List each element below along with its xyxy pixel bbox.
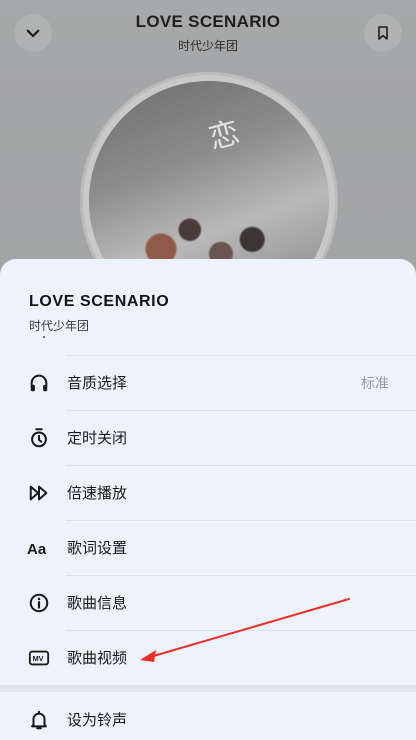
menu-item-song-video[interactable]: MV 歌曲视频 [0, 630, 416, 685]
menu-item-label: 设为铃声 [67, 712, 128, 729]
divider [66, 575, 416, 576]
menu-item-label: 音质选择 [67, 375, 128, 392]
divider [66, 520, 416, 521]
info-icon [27, 591, 51, 615]
font-icon: Aa [27, 536, 51, 560]
menu-item-audio-quality[interactable]: 音质选择 标准 [0, 355, 416, 410]
svg-text:MV: MV [33, 654, 44, 663]
options-menu: 音质选择 标准 定时关闭 倍速播放 Aa 歌词设置 歌曲信息 MV 歌曲视频 设… [0, 355, 416, 740]
player-song-title: LOVE SCENARIO [135, 12, 281, 31]
bookmark-icon [378, 26, 388, 40]
menu-item-label: 倍速播放 [67, 485, 128, 502]
divider [66, 630, 416, 631]
menu-item-label: 定时关闭 [67, 430, 128, 447]
section-gap [0, 685, 416, 692]
bookmark-button[interactable] [364, 14, 402, 52]
menu-item-label: 歌曲信息 [67, 595, 128, 612]
bell-icon [27, 708, 51, 732]
sheet-artist: 时代少年团 [29, 319, 90, 333]
menu-item-lyrics-settings[interactable]: Aa 歌词设置 [0, 520, 416, 575]
menu-item-song-info[interactable]: 歌曲信息 [0, 575, 416, 630]
divider-dot [43, 336, 45, 338]
divider [66, 410, 416, 411]
headphones-icon [27, 371, 51, 395]
audio-quality-value: 标准 [361, 374, 389, 391]
divider [66, 465, 416, 466]
speed-icon [27, 481, 51, 505]
svg-text:Aa: Aa [27, 541, 47, 558]
menu-item-sleep-timer[interactable]: 定时关闭 [0, 410, 416, 465]
menu-item-label: 歌词设置 [67, 540, 128, 557]
player-artist: 时代少年团 [177, 39, 238, 53]
menu-item-set-ringtone[interactable]: 设为铃声 [0, 692, 416, 740]
more-options-sheet: LOVE SCENARIO 时代少年团 音质选择 标准 定时关闭 倍速播放 Aa… [0, 259, 416, 740]
divider [66, 355, 416, 356]
sheet-song-title: LOVE SCENARIO [29, 293, 170, 310]
mv-icon: MV [27, 646, 51, 670]
menu-item-playback-speed[interactable]: 倍速播放 [0, 465, 416, 520]
menu-item-label: 歌曲视频 [67, 650, 128, 667]
timer-icon [27, 426, 51, 450]
